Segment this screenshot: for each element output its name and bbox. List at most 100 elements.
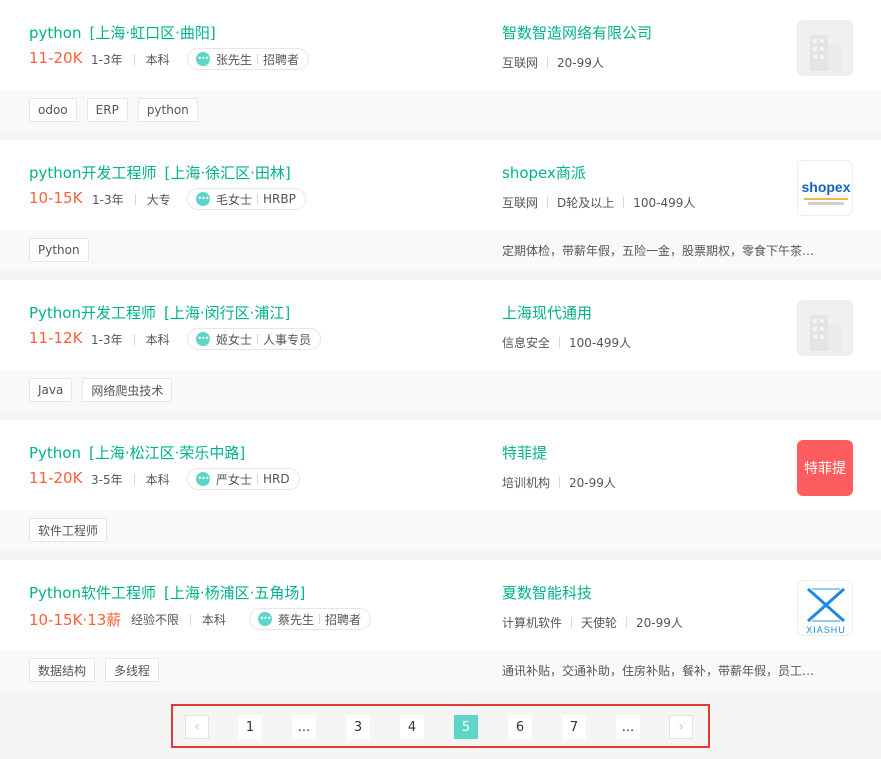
job-salary: 11-12K [29, 329, 83, 347]
job-location: [上海·闵行区·浦江] [164, 304, 291, 322]
job-card-primary: Python软件工程师 [上海·杨浦区·五角场] 10-15K·13薪 经验不限 本… [0, 560, 881, 650]
page-button-3[interactable]: 3 [346, 715, 370, 739]
company-name-link[interactable]: shopex商派 [502, 162, 586, 183]
recruiter-role: 人事专员 [263, 332, 312, 347]
company-name-link[interactable]: 智数智造网络有限公司 [502, 22, 652, 43]
recruiter-name: 毛女士 [216, 192, 253, 207]
recruiter-role: HRBP [263, 192, 296, 206]
job-title: Python软件工程师 [29, 584, 156, 602]
next-page-button[interactable]: › [669, 715, 693, 739]
company-logo[interactable]: 特菲提 [797, 440, 853, 496]
skill-tag: odoo [29, 98, 77, 122]
job-salary: 10-15K [29, 189, 83, 207]
company-industry: 互联网 [502, 56, 539, 70]
job-card-primary: python开发工程师 [上海·徐汇区·田林] 10-15K 1-3年 大专 •••… [0, 140, 881, 230]
company-logo[interactable]: XIASHU [797, 580, 853, 636]
company-name-link[interactable]: 夏数智能科技 [502, 582, 592, 603]
company-info: 互联网 20-99人 [502, 54, 604, 71]
divider [559, 477, 561, 488]
skill-tag: 多线程 [105, 658, 160, 682]
company-size: 20-99人 [636, 616, 683, 630]
divider [547, 197, 549, 208]
job-requirements: 1-3年 大专 [92, 191, 171, 208]
job-title: Python开发工程师 [29, 304, 156, 322]
skill-tag: Python [29, 238, 89, 262]
company-industry: 信息安全 [502, 336, 551, 350]
skill-tags: 数据结构 多线程 [29, 658, 169, 682]
recruiter-chat-button[interactable]: ••• 姬女士 人事专员 [187, 328, 322, 350]
job-requirements: 1-3年 本科 [91, 331, 170, 348]
job-title-link[interactable]: Python开发工程师 [上海·闵行区·浦江] [29, 302, 290, 323]
job-title-link[interactable]: python开发工程师 [上海·徐汇区·田林] [29, 162, 291, 183]
job-location: [上海·杨浦区·五角场] [164, 584, 306, 602]
recruiter-chat-button[interactable]: ••• 严女士 HRD [187, 468, 300, 490]
company-size: 100-499人 [633, 196, 696, 210]
chat-bubble-icon: ••• [196, 52, 210, 66]
divider [319, 614, 321, 624]
company-benefits: 定期体检，带薪年假，五险一金，股票期权，零食下午茶… [502, 244, 815, 258]
company-name-link[interactable]: 特菲提 [502, 442, 547, 463]
recruiter-chat-button[interactable]: ••• 毛女士 HRBP [187, 188, 306, 210]
divider [133, 54, 135, 65]
page-ellipsis-prev[interactable]: ... [292, 715, 316, 739]
company-stage: D轮及以上 [557, 196, 615, 210]
job-card-secondary: Java 网络爬虫技术 [0, 370, 881, 410]
job-salary: 10-15K·13薪 [29, 611, 122, 629]
job-salary: 11-20K [29, 49, 83, 67]
page-button-5-current[interactable]: 5 [454, 715, 478, 739]
job-card: Python [上海·松江区·荣乐中路] 11-20K 3-5年 本科 ••• 严女士… [0, 420, 881, 550]
job-title-link[interactable]: Python [上海·松江区·荣乐中路] [29, 442, 245, 463]
divider [257, 474, 259, 484]
company-name-link[interactable]: 上海现代通用 [502, 302, 592, 323]
job-card: Python软件工程师 [上海·杨浦区·五角场] 10-15K·13薪 经验不限 本… [0, 560, 881, 690]
company-logo[interactable] [797, 20, 853, 76]
chevron-right-icon: › [678, 719, 684, 735]
company-industry: 培训机构 [502, 476, 551, 490]
job-card: Python开发工程师 [上海·闵行区·浦江] 11-12K 1-3年 本科 •••… [0, 280, 881, 410]
skill-tags: 软件工程师 [29, 518, 117, 542]
job-experience: 3-5年 [91, 473, 123, 487]
recruiter-chat-button[interactable]: ••• 张先生 招聘者 [187, 48, 310, 70]
divider [190, 614, 192, 625]
page-button-1[interactable]: 1 [238, 715, 262, 739]
recruiter-chat-button[interactable]: ••• 蔡先生 招聘者 [249, 608, 372, 630]
page-button-7[interactable]: 7 [562, 715, 586, 739]
job-education: 本科 [145, 53, 170, 67]
divider [133, 474, 135, 485]
job-requirements: 1-3年 本科 [91, 51, 170, 68]
job-location: [上海·虹口区·曲阳] [89, 24, 216, 42]
job-title: python开发工程师 [29, 164, 157, 182]
company-logo[interactable]: shopex [797, 160, 853, 216]
page-button-4[interactable]: 4 [400, 715, 424, 739]
job-requirements: 经验不限 本科 [131, 611, 226, 628]
job-location: [上海·徐汇区·田林] [164, 164, 291, 182]
divider [134, 194, 136, 205]
company-industry: 互联网 [502, 196, 539, 210]
job-title-link[interactable]: Python软件工程师 [上海·杨浦区·五角场] [29, 582, 305, 603]
job-card-secondary: Python 定期体检，带薪年假，五险一金，股票期权，零食下午茶… [0, 230, 881, 270]
chat-bubble-icon: ••• [196, 332, 210, 346]
job-salary: 11-20K [29, 469, 83, 487]
job-card: python开发工程师 [上海·徐汇区·田林] 10-15K 1-3年 大专 •••… [0, 140, 881, 270]
job-experience: 1-3年 [91, 333, 123, 347]
skill-tags: Python [29, 238, 99, 262]
skill-tags: odoo ERP python [29, 98, 208, 122]
job-education: 本科 [145, 473, 170, 487]
company-logo[interactable] [797, 300, 853, 356]
recruiter-name: 张先生 [216, 52, 253, 67]
job-education: 大专 [146, 193, 171, 207]
job-experience: 1-3年 [92, 193, 124, 207]
job-location: [上海·松江区·荣乐中路] [89, 444, 246, 462]
page-ellipsis-next[interactable]: ... [616, 715, 640, 739]
skill-tag: python [137, 98, 198, 122]
job-card-secondary: 软件工程师 [0, 510, 881, 550]
divider [257, 334, 259, 344]
company-info: 计算机软件 天使轮 20-99人 [502, 614, 683, 631]
company-stage: 天使轮 [581, 616, 618, 630]
prev-page-button[interactable]: ‹ [185, 715, 209, 739]
page-button-6[interactable]: 6 [508, 715, 532, 739]
skill-tag: Java [29, 378, 73, 402]
job-title-link[interactable]: python [上海·虹口区·曲阳] [29, 22, 216, 43]
recruiter-role: 招聘者 [325, 612, 362, 627]
divider [257, 194, 259, 204]
